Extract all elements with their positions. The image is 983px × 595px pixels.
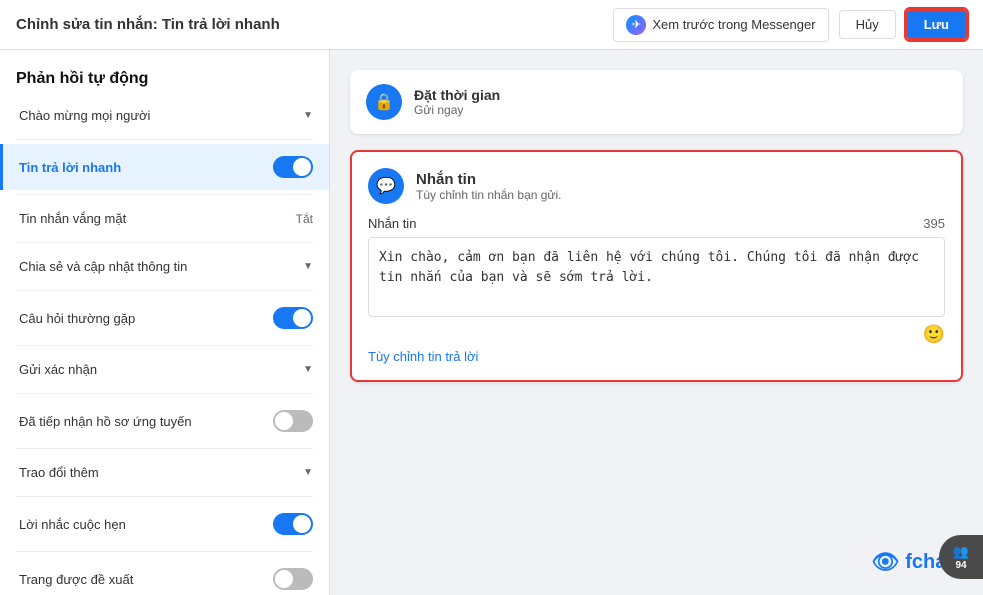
divider <box>16 242 313 243</box>
message-field-label: Nhắn tin <box>368 216 416 231</box>
page-title: Chỉnh sửa tin nhắn: Tin trả lời nhanh <box>16 16 280 33</box>
header-actions: ✈ Xem trước trong Messenger Hủy Lưu <box>613 8 967 42</box>
customize-link[interactable]: Tùy chỉnh tin trả lời <box>368 349 478 364</box>
chevron-down-icon: ▼ <box>303 467 313 478</box>
schedule-box: 🔒 Đặt thời gian Gửi ngay <box>350 70 963 134</box>
fchat-icon: 👁 <box>871 549 899 575</box>
save-button[interactable]: Lưu <box>906 9 967 40</box>
divider <box>16 393 313 394</box>
divider <box>16 345 313 346</box>
emoji-row: 🙂 <box>368 320 945 349</box>
message-info: Nhắn tin Tùy chỉnh tin nhắn bạn gửi. <box>416 171 561 202</box>
sidebar-title: Phản hồi tự động <box>0 58 329 96</box>
right-panel: 🔒 Đặt thời gian Gửi ngay 💬 Nhắn tin Tùy … <box>330 50 983 595</box>
sidebar: Phản hồi tự động Chào mừng mọi người ▼ T… <box>0 50 330 595</box>
sidebar-item-tin-tra-loi[interactable]: Tin trả lời nhanh <box>0 144 329 190</box>
message-label-row: Nhắn tin 395 <box>368 216 945 231</box>
sidebar-item-cau-hoi[interactable]: Câu hỏi thường gặp <box>0 295 329 341</box>
people-badge[interactable]: 👥 94 <box>939 535 983 579</box>
schedule-icon: 🔒 <box>366 84 402 120</box>
message-icon: 💬 <box>368 168 404 204</box>
message-count: 395 <box>923 216 945 231</box>
sidebar-item-trang-de-xuat[interactable]: Trang được đề xuất <box>0 556 329 595</box>
emoji-icon[interactable]: 🙂 <box>923 324 945 345</box>
toggle-da-tiep-nhan[interactable] <box>273 410 313 432</box>
messenger-icon: ✈ <box>626 15 646 35</box>
sidebar-item-chao-mung[interactable]: Chào mừng mọi người ▼ <box>0 96 329 135</box>
divider <box>16 139 313 140</box>
sidebar-item-da-tiep-nhan[interactable]: Đã tiếp nhận hồ sơ ứng tuyến <box>0 398 329 444</box>
people-icon: 👥 <box>953 544 969 560</box>
message-box-header: 💬 Nhắn tin Tùy chỉnh tin nhắn bạn gửi. <box>368 168 945 204</box>
divider <box>16 551 313 552</box>
message-title: Nhắn tin <box>416 171 561 188</box>
schedule-title: Đặt thời gian <box>414 87 500 103</box>
message-textarea[interactable] <box>368 237 945 317</box>
schedule-subtitle: Gửi ngay <box>414 103 500 117</box>
people-count: 94 <box>955 560 966 571</box>
divider <box>16 448 313 449</box>
sidebar-item-loi-nhac[interactable]: Lời nhắc cuộc hẹn <box>0 501 329 547</box>
message-box: 💬 Nhắn tin Tùy chỉnh tin nhắn bạn gửi. N… <box>350 150 963 382</box>
toggle-trang-de-xuat[interactable] <box>273 568 313 590</box>
sidebar-item-tin-nhan-vang-mat[interactable]: Tin nhắn vắng mặt Tắt <box>0 199 329 238</box>
toggle-tin-tra-loi[interactable] <box>273 156 313 178</box>
toggle-cau-hoi[interactable] <box>273 307 313 329</box>
chevron-down-icon: ▼ <box>303 110 313 121</box>
toggle-loi-nhac[interactable] <box>273 513 313 535</box>
cancel-button[interactable]: Hủy <box>839 10 896 39</box>
message-subtitle: Tùy chỉnh tin nhắn bạn gửi. <box>416 188 561 202</box>
divider <box>16 290 313 291</box>
chevron-down-icon: ▼ <box>303 261 313 272</box>
sidebar-item-chia-se[interactable]: Chia sẻ và cập nhật thông tin ▼ <box>0 247 329 286</box>
divider <box>16 496 313 497</box>
schedule-info: Đặt thời gian Gửi ngay <box>414 87 500 117</box>
sidebar-item-gui-xac-nhan[interactable]: Gửi xác nhận ▼ <box>0 350 329 389</box>
main-content: Phản hồi tự động Chào mừng mọi người ▼ T… <box>0 50 983 595</box>
preview-messenger-button[interactable]: ✈ Xem trước trong Messenger <box>613 8 828 42</box>
chevron-down-icon: ▼ <box>303 364 313 375</box>
sidebar-item-trao-doi[interactable]: Trao đổi thêm ▼ <box>0 453 329 492</box>
divider <box>16 194 313 195</box>
top-header: Chỉnh sửa tin nhắn: Tin trả lời nhanh ✈ … <box>0 0 983 50</box>
